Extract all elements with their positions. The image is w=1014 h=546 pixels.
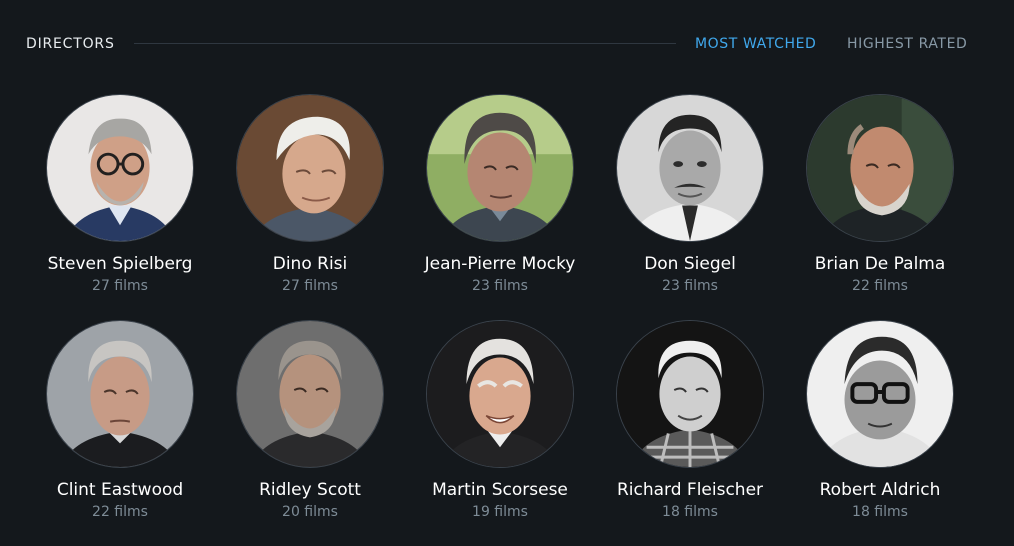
directors-grid: Steven Spielberg 27 films Dino Risi 27 f… (25, 94, 975, 534)
director-card[interactable]: Robert Aldrich 18 films (785, 320, 975, 546)
director-photo[interactable] (236, 94, 384, 242)
director-photo[interactable] (46, 320, 194, 468)
director-name[interactable]: Dino Risi (273, 253, 348, 275)
film-count: 18 films (662, 504, 718, 520)
director-photo[interactable] (806, 94, 954, 242)
director-name[interactable]: Ridley Scott (259, 479, 361, 501)
film-count: 22 films (92, 504, 148, 520)
film-count: 27 films (92, 278, 148, 294)
film-count: 22 films (852, 278, 908, 294)
tab-most-watched[interactable]: MOST WATCHED (695, 36, 816, 52)
director-name[interactable]: Jean-Pierre Mocky (425, 253, 576, 275)
director-card[interactable]: Brian De Palma 22 films (785, 94, 975, 320)
director-name[interactable]: Clint Eastwood (57, 479, 183, 501)
film-count: 18 films (852, 504, 908, 520)
film-count: 19 films (472, 504, 528, 520)
director-photo[interactable] (426, 94, 574, 242)
director-photo[interactable] (236, 320, 384, 468)
director-card[interactable]: Steven Spielberg 27 films (25, 94, 215, 320)
director-photo[interactable] (616, 94, 764, 242)
director-card[interactable]: Clint Eastwood 22 films (25, 320, 215, 546)
director-name[interactable]: Martin Scorsese (432, 479, 568, 501)
director-card[interactable]: Martin Scorsese 19 films (405, 320, 595, 546)
director-card[interactable]: Jean-Pierre Mocky 23 films (405, 94, 595, 320)
director-card[interactable]: Ridley Scott 20 films (215, 320, 405, 546)
director-photo[interactable] (46, 94, 194, 242)
film-count: 27 films (282, 278, 338, 294)
director-photo[interactable] (806, 320, 954, 468)
section-title: DIRECTORS (26, 36, 115, 52)
film-count: 23 films (662, 278, 718, 294)
header-divider (134, 43, 676, 44)
director-name[interactable]: Don Siegel (644, 253, 736, 275)
director-card[interactable]: Dino Risi 27 films (215, 94, 405, 320)
director-photo[interactable] (426, 320, 574, 468)
director-card[interactable]: Richard Fleischer 18 films (595, 320, 785, 546)
section-header: DIRECTORS MOST WATCHED HIGHEST RATED (26, 30, 988, 60)
tab-highest-rated[interactable]: HIGHEST RATED (847, 36, 967, 52)
director-name[interactable]: Robert Aldrich (820, 479, 941, 501)
director-name[interactable]: Steven Spielberg (48, 253, 193, 275)
film-count: 20 films (282, 504, 338, 520)
director-name[interactable]: Richard Fleischer (617, 479, 763, 501)
film-count: 23 films (472, 278, 528, 294)
director-card[interactable]: Don Siegel 23 films (595, 94, 785, 320)
director-name[interactable]: Brian De Palma (815, 253, 946, 275)
director-photo[interactable] (616, 320, 764, 468)
